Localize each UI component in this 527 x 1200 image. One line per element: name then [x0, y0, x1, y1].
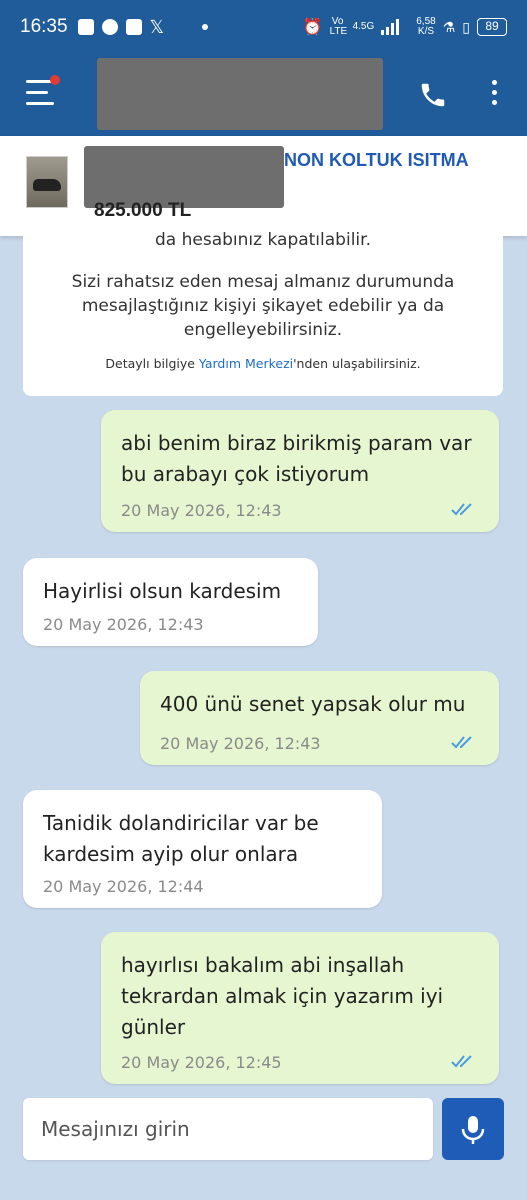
redacted-listing-title [84, 146, 284, 208]
redacted-contact-name [97, 58, 383, 130]
phone-call-button[interactable] [416, 80, 450, 110]
signal-icon [381, 19, 400, 35]
message-input[interactable] [23, 1098, 433, 1160]
more-options-button[interactable] [488, 80, 500, 110]
system-indicators: ⏰ Vo LTE 4.5G 6,58 K/S ⚗ ▯ 89 [303, 17, 507, 37]
x-notification-icon: 𝕏 [149, 16, 165, 37]
message-text: 400 ünü senet yapsak olur mu [160, 692, 466, 716]
notification-icons: 𝕏 [77, 16, 209, 38]
lab-icon: ⚗ [442, 18, 456, 35]
message-incoming[interactable]: Hayirlisi olsun kardesim 20 May 2026, 12… [23, 558, 318, 646]
status-bar: 16:35 𝕏 ⏰ Vo LTE 4.5G 6,58 K/S ⚗ ▯ 89 [0, 0, 527, 54]
app-bar [0, 54, 527, 136]
app-notification-icon [77, 19, 94, 35]
help-center-link[interactable]: Yardım Merkezi [199, 356, 293, 371]
read-ticks-icon [451, 736, 472, 749]
network-label: Vo LTE [329, 16, 348, 37]
read-ticks-icon [451, 1055, 472, 1068]
network-gen-label: 4.5G [352, 21, 375, 32]
message-time: 20 May 2026, 12:45 [121, 1053, 282, 1072]
battery-indicator: 89 [477, 18, 507, 36]
help-suffix: 'nden ulaşabilirsiniz. [293, 356, 421, 371]
message-text: Hayirlisi olsun kardesim [43, 579, 282, 603]
chat-notification-icon [101, 19, 118, 35]
message-outgoing[interactable]: hayırlısı bakalım abi inşallah tekrardan… [101, 932, 499, 1084]
phone-icon [421, 83, 445, 107]
info-cut-line: da hesabınız kapatılabilir. [155, 230, 371, 250]
message-text: Tanidik dolandiricilar var be kardesim a… [43, 811, 319, 866]
help-prefix: Detaylı bilgiye [105, 356, 199, 371]
message-time: 20 May 2026, 12:44 [43, 877, 204, 896]
message-time: 20 May 2026, 12:43 [43, 615, 204, 634]
listing-thumbnail[interactable] [26, 156, 68, 208]
message-outgoing[interactable]: abi benim biraz birikmiş param var bu ar… [101, 410, 499, 532]
speed-indicator: 6,58 K/S [416, 17, 435, 37]
listing-price: 825.000 TL [94, 200, 192, 221]
more-notifications-dot-icon [202, 24, 209, 30]
news-notification-icon [125, 19, 142, 35]
message-outgoing[interactable]: 400 ünü senet yapsak olur mu 20 May 2026… [140, 671, 499, 765]
message-time: 20 May 2026, 12:43 [160, 734, 321, 753]
microphone-icon [461, 1116, 485, 1144]
bottom-nav-strip [0, 1172, 527, 1200]
safety-info-box: da hesabınız kapatılabilir. Sizi rahatsı… [23, 230, 503, 396]
message-text: hayırlısı bakalım abi inşallah tekrardan… [121, 953, 444, 1039]
message-time: 20 May 2026, 12:43 [121, 501, 282, 520]
status-time: 16:35 [20, 16, 68, 37]
listing-title: NON KOLTUK ISITMA [284, 150, 469, 170]
info-help-line: Detaylı bilgiye Yardım Merkezi'nden ulaş… [23, 356, 503, 371]
menu-button[interactable] [26, 75, 60, 108]
message-text: abi benim biraz birikmiş param var bu ar… [121, 431, 472, 486]
speed-unit: K/S [417, 26, 435, 37]
read-ticks-icon [451, 503, 472, 516]
message-composer [23, 1098, 433, 1160]
microphone-button[interactable] [442, 1098, 504, 1160]
notification-badge [50, 75, 60, 85]
vibrate-icon: ▯ [462, 18, 470, 35]
message-incoming[interactable]: Tanidik dolandiricilar var be kardesim a… [23, 790, 382, 908]
alarm-icon: ⏰ [302, 19, 323, 36]
info-paragraph: Sizi rahatsız eden mesaj almanız durumun… [71, 272, 455, 340]
listing-card[interactable]: NON KOLTUK ISITMA 825.000 TL [0, 136, 527, 236]
